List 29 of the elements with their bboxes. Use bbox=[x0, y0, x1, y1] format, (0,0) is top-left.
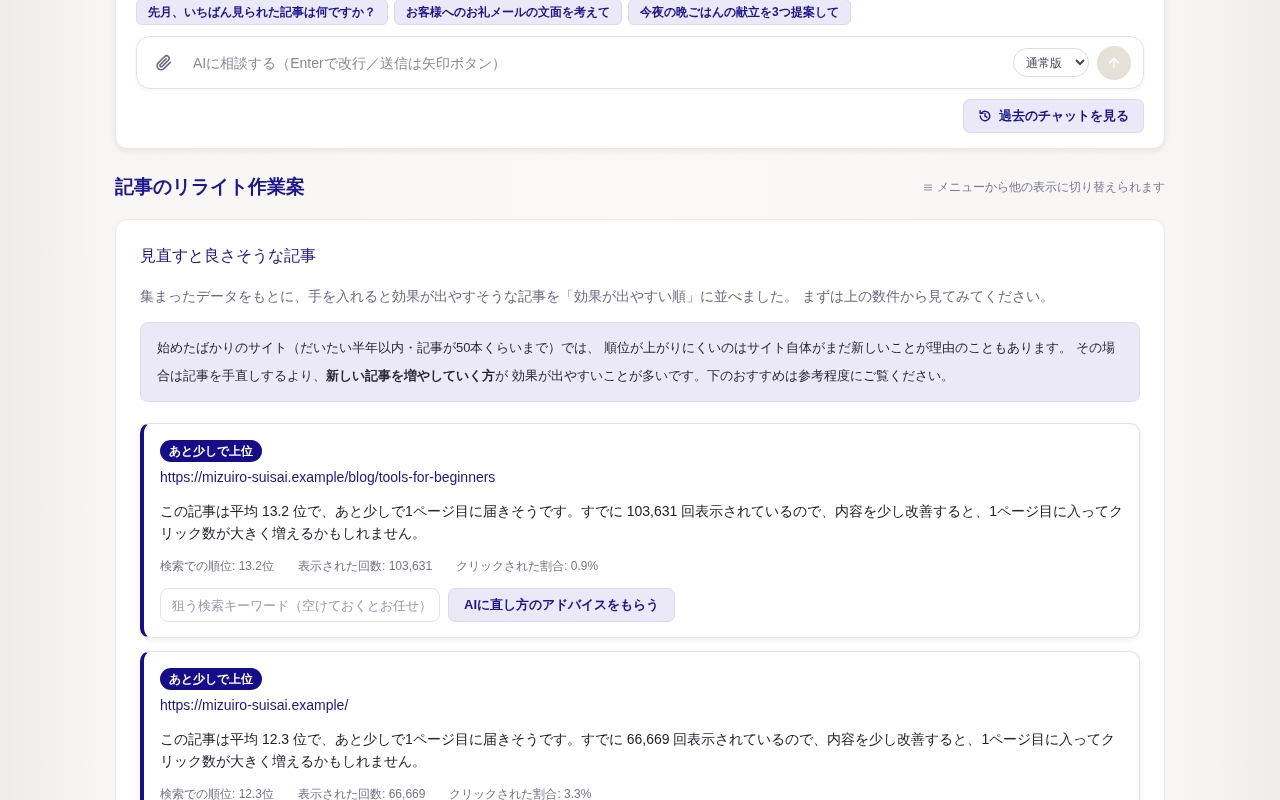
history-icon bbox=[978, 109, 992, 123]
menu-icon bbox=[924, 183, 932, 191]
article-link[interactable]: https://mizuiro-suisai.example/blog/tools-for-beginners bbox=[160, 467, 496, 487]
metric-text: クリックされた割合: 0.9% bbox=[456, 558, 599, 575]
article-link[interactable]: https://mizuiro-suisai.example/ bbox=[160, 695, 349, 715]
section-title: 記事のリライト作業案 bbox=[115, 175, 305, 199]
advice-button[interactable]: AIに直し方のアドバイスをもらう bbox=[448, 588, 675, 622]
article-summary: この記事は平均 13.2 位で、あと少しで1ページ目に届きそうです。すでに 103,631 回表示されているので、内容を少し改善すると、1ページ目に入ってクリック数が大きく増えるかもしれません。 bbox=[160, 502, 1123, 543]
panel-title: 見直すと良さそうな記事 bbox=[140, 246, 317, 266]
metric-text: 検索での順位: 12.3位 bbox=[160, 786, 275, 800]
message-field[interactable]: AIに相談する（Enterで改行／送信は矢印ボタン） 通常版 bbox=[136, 36, 1144, 89]
mode-select[interactable]: 通常版 bbox=[1013, 48, 1089, 77]
metric-text: 表示された回数: 66,669 bbox=[298, 786, 426, 800]
suggestion-chip[interactable]: お客様へのお礼メールの文面を考えて bbox=[394, 0, 622, 25]
notice-text: 始めたばかりのサイト（だいたい半年以内・記事が50本くらいまで）では、 順位が上がりにくいのはサイト自体がまだ新しいことが理由のこともあります。 その場合は記事を手直しするより、新しい記事を増やしていく方が 効果が出やすいことが多いです。下のおすすめは参考程度にご覧ください。 bbox=[157, 339, 1116, 385]
status-badge: あと少しで上位 bbox=[160, 668, 262, 690]
arrow-up-icon bbox=[1108, 56, 1120, 69]
article-summary: この記事は平均 12.3 位で、あと少しで1ページ目に届きそうです。すでに 66,669 回表示されているので、内容を少し改善すると、1ページ目に入ってクリック数が大きく増えるかもしれません。 bbox=[160, 730, 1117, 771]
keyword-input[interactable]: 狙う検索キーワード（空けておくとお任せ） bbox=[160, 588, 440, 622]
metric-text: クリックされた割合: 3.3% bbox=[449, 786, 592, 800]
history-button[interactable]: 過去のチャットを見る bbox=[963, 99, 1144, 133]
suggestion-chip[interactable]: 今夜の晩ごはんの献立を3つ提案して bbox=[628, 0, 851, 25]
metric-text: 検索での順位: 13.2位 bbox=[160, 558, 275, 575]
panel-description: 集まったデータをもとに、手を入れると効果が出やすそうな記事を「効果が出やすい順」に並べました。 まずは上の数件から見てみてください。 bbox=[140, 287, 1055, 306]
status-badge: あと少しで上位 bbox=[160, 440, 262, 462]
paperclip-icon[interactable] bbox=[155, 53, 173, 72]
view-hint: メニューから他の表示に切り替えられます bbox=[937, 178, 1165, 196]
metric-text: 表示された回数: 103,631 bbox=[298, 558, 433, 575]
suggestion-chip[interactable]: 先月、いちばん見られた記事は何ですか？ bbox=[136, 0, 388, 25]
